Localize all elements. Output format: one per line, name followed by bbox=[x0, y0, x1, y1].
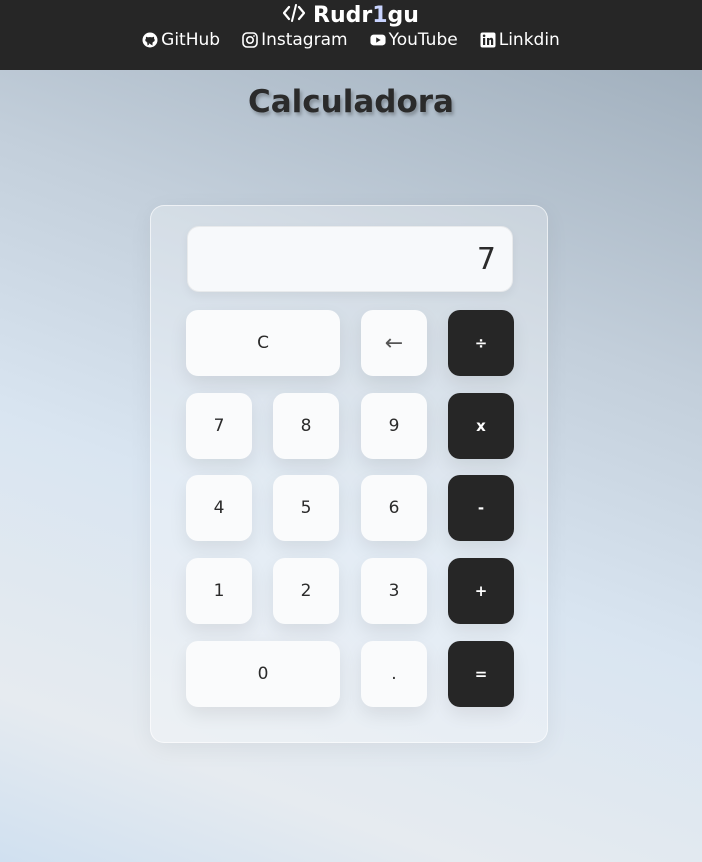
top-navbar: Rudr1gu GitHub Instagram YouTube Linkdin bbox=[0, 0, 702, 70]
subtract-button[interactable]: - bbox=[448, 475, 514, 541]
brand-logo[interactable]: Rudr1gu bbox=[0, 2, 702, 28]
backspace-button[interactable]: ← bbox=[361, 310, 427, 376]
calculator-card: 7 C ← ÷ 7 8 9 x 4 5 6 - 1 2 3 + 0 . = bbox=[150, 205, 548, 743]
key-8-button[interactable]: 8 bbox=[273, 393, 339, 459]
nav-link-linkedin[interactable]: Linkdin bbox=[480, 30, 560, 50]
key-0-button[interactable]: 0 bbox=[186, 641, 340, 707]
calculator-display: 7 bbox=[187, 226, 513, 292]
key-5-button[interactable]: 5 bbox=[273, 475, 339, 541]
key-9-button[interactable]: 9 bbox=[361, 393, 427, 459]
key-7-button[interactable]: 7 bbox=[186, 393, 252, 459]
nav-link-github[interactable]: GitHub bbox=[142, 30, 220, 50]
key-3-button[interactable]: 3 bbox=[361, 558, 427, 624]
linkedin-icon bbox=[480, 32, 496, 48]
brand-name: Rudr1gu bbox=[313, 2, 419, 28]
page-title: Calculadora bbox=[248, 84, 454, 120]
add-button[interactable]: + bbox=[448, 558, 514, 624]
code-icon bbox=[282, 4, 306, 26]
key-1-button[interactable]: 1 bbox=[186, 558, 252, 624]
key-6-button[interactable]: 6 bbox=[361, 475, 427, 541]
nav-link-youtube[interactable]: YouTube bbox=[370, 30, 458, 50]
key-4-button[interactable]: 4 bbox=[186, 475, 252, 541]
nav-link-instagram[interactable]: Instagram bbox=[242, 30, 348, 50]
instagram-icon bbox=[242, 32, 258, 48]
youtube-icon bbox=[370, 32, 386, 48]
social-nav: GitHub Instagram YouTube Linkdin bbox=[0, 28, 702, 52]
key-2-button[interactable]: 2 bbox=[273, 558, 339, 624]
decimal-button[interactable]: . bbox=[361, 641, 427, 707]
equals-button[interactable]: = bbox=[448, 641, 514, 707]
clear-button[interactable]: C bbox=[186, 310, 340, 376]
multiply-button[interactable]: x bbox=[448, 393, 514, 459]
divide-button[interactable]: ÷ bbox=[448, 310, 514, 376]
github-icon bbox=[142, 32, 158, 48]
